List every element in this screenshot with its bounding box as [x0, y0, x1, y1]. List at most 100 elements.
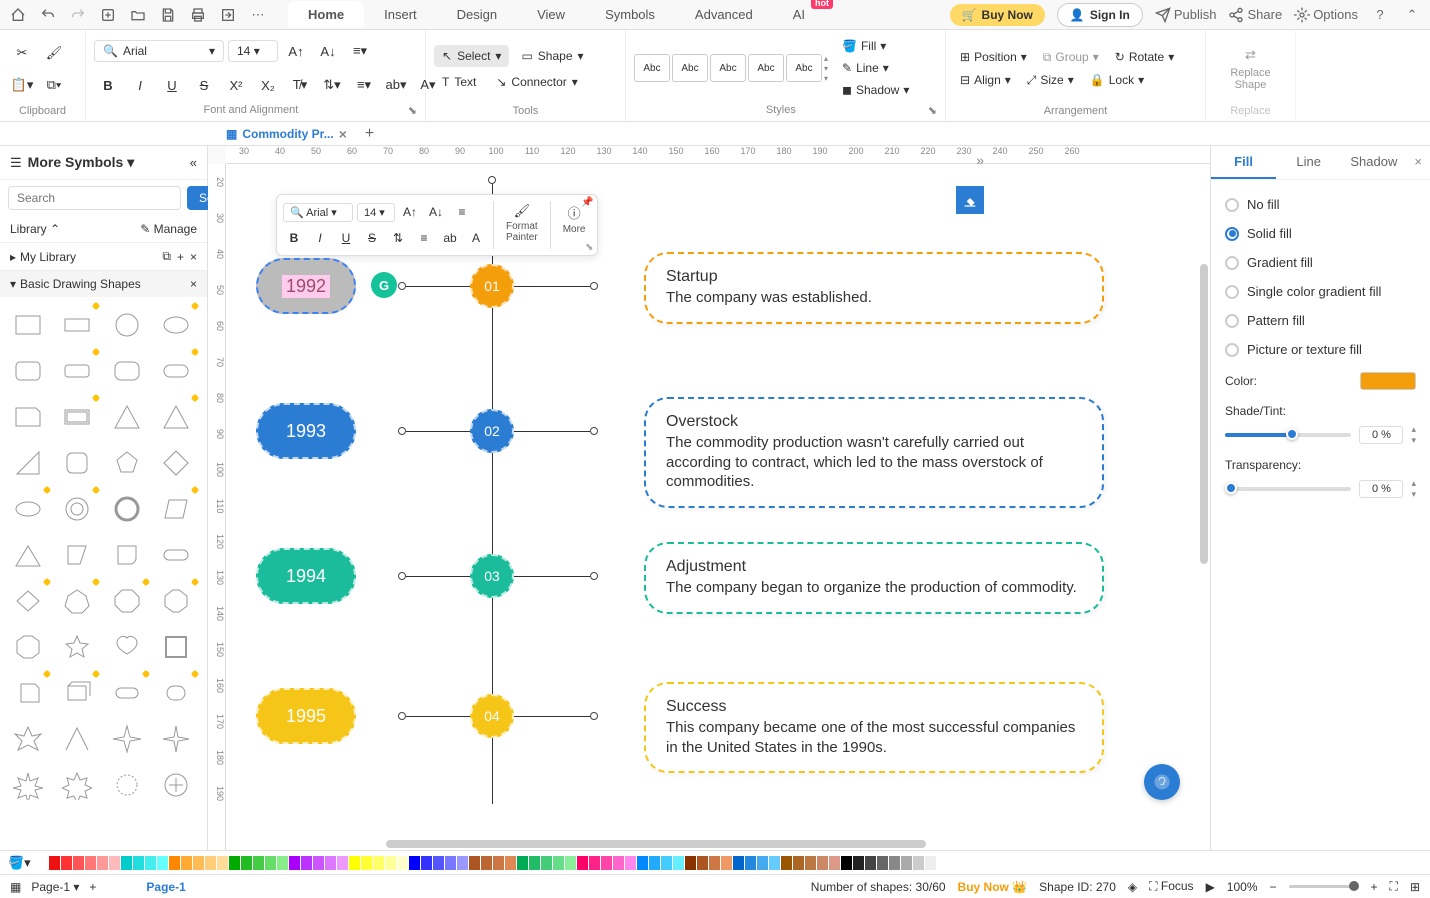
redo-icon[interactable] [68, 5, 88, 25]
fill-option-none[interactable]: No fill [1225, 190, 1416, 219]
font-size-select[interactable]: 14 ▾ [228, 40, 278, 62]
color-cell[interactable] [913, 856, 924, 870]
fill-option-picture[interactable]: Picture or texture fill [1225, 335, 1416, 364]
step-circle-04[interactable]: 04 [470, 694, 514, 738]
presentation-icon[interactable]: ▶ [1206, 880, 1215, 894]
shape-palette-item[interactable] [57, 673, 97, 713]
fit-width-icon[interactable]: ⊞ [1410, 880, 1420, 894]
mini-color-icon[interactable]: A [465, 227, 487, 249]
text-tool[interactable]: T Text [434, 71, 484, 93]
status-buy-now[interactable]: Buy Now 👑 [958, 880, 1028, 894]
mini-align-icon[interactable]: ≡ [451, 201, 473, 223]
shape-palette-item[interactable] [156, 489, 196, 529]
fill-panel-icon[interactable] [956, 186, 984, 214]
shape-palette-item[interactable] [8, 673, 48, 713]
increase-font-icon[interactable]: A↑ [282, 37, 310, 65]
shape-palette-item[interactable] [107, 351, 147, 391]
align-button[interactable]: ⊟ Align▾ [954, 70, 1017, 90]
color-cell[interactable] [721, 856, 732, 870]
color-cell[interactable] [457, 856, 468, 870]
shade-down-icon[interactable]: ▾ [1411, 435, 1416, 446]
highlight-icon[interactable]: ab▾ [382, 71, 410, 99]
color-cell[interactable] [757, 856, 768, 870]
color-cell[interactable] [373, 856, 384, 870]
color-cell[interactable] [553, 856, 564, 870]
shape-palette-item[interactable] [8, 397, 48, 437]
shape-palette-item[interactable] [156, 305, 196, 345]
current-page[interactable]: Page-1 [146, 880, 185, 894]
fill-dropper-icon[interactable]: 🪣▾ [8, 855, 31, 871]
color-cell[interactable] [133, 856, 144, 870]
shape-palette-item[interactable] [156, 397, 196, 437]
color-cell[interactable] [601, 856, 612, 870]
mini-strike-icon[interactable]: S [361, 227, 383, 249]
lib-action-2-icon[interactable]: + [177, 250, 184, 264]
color-cell[interactable] [781, 856, 792, 870]
color-cell[interactable] [109, 856, 120, 870]
add-tab-button[interactable]: + [355, 125, 384, 143]
grammarly-icon[interactable]: G [371, 272, 397, 298]
mini-decrease-font-icon[interactable]: A↓ [425, 201, 447, 223]
shape-palette-item[interactable] [107, 397, 147, 437]
collapse-panel-icon[interactable]: « [190, 155, 197, 170]
shape-palette-item[interactable] [156, 765, 196, 805]
color-cell[interactable] [37, 856, 48, 870]
shape-palette-item[interactable] [8, 489, 48, 529]
more-icon[interactable]: ⋯ [248, 5, 268, 25]
section-close-icon[interactable]: × [190, 277, 197, 291]
lock-button[interactable]: 🔒 Lock▾ [1084, 70, 1150, 90]
share-button[interactable]: Share [1228, 5, 1282, 25]
shape-palette-item[interactable] [57, 489, 97, 529]
color-cell[interactable] [733, 856, 744, 870]
shape-palette-item[interactable] [156, 351, 196, 391]
shape-palette-item[interactable] [8, 765, 48, 805]
color-cell[interactable] [253, 856, 264, 870]
color-cell[interactable] [301, 856, 312, 870]
shape-palette-item[interactable] [156, 719, 196, 759]
pin-icon[interactable]: 📌 [581, 197, 593, 208]
publish-button[interactable]: Publish [1155, 5, 1217, 25]
tab-insert[interactable]: Insert [364, 1, 437, 28]
color-cell[interactable] [469, 856, 480, 870]
close-panel-icon[interactable]: × [1406, 146, 1430, 179]
shape-palette-item[interactable] [57, 719, 97, 759]
format-painter-icon[interactable]: 🖌 [40, 39, 68, 67]
color-cell[interactable] [493, 856, 504, 870]
color-cell[interactable] [673, 856, 684, 870]
help-icon[interactable]: ? [1370, 5, 1390, 25]
shape-palette-item[interactable] [107, 719, 147, 759]
line-spacing-icon[interactable]: ⇅▾ [318, 71, 346, 99]
color-cell[interactable] [229, 856, 240, 870]
shape-palette-item[interactable] [156, 673, 196, 713]
color-cell[interactable] [121, 856, 132, 870]
zoom-in-icon[interactable]: + [1371, 880, 1378, 894]
color-cell[interactable] [97, 856, 108, 870]
description-box-01[interactable]: StartupThe company was established. [644, 252, 1104, 324]
color-cell[interactable] [289, 856, 300, 870]
color-cell[interactable] [529, 856, 540, 870]
color-cell[interactable] [589, 856, 600, 870]
color-cell[interactable] [445, 856, 456, 870]
color-cell[interactable] [349, 856, 360, 870]
mini-increase-font-icon[interactable]: A↑ [399, 201, 421, 223]
step-circle-02[interactable]: 02 [470, 409, 514, 453]
color-cell[interactable] [877, 856, 888, 870]
position-button[interactable]: ⊞ Position▾ [954, 47, 1033, 67]
collapse-icon[interactable]: ▾ [10, 277, 16, 291]
shape-palette-item[interactable] [57, 305, 97, 345]
color-cell[interactable] [169, 856, 180, 870]
color-cell[interactable] [709, 856, 720, 870]
home-icon[interactable] [8, 5, 28, 25]
shape-palette-item[interactable] [8, 581, 48, 621]
buy-now-button[interactable]: 🛒Buy Now [950, 4, 1045, 26]
color-cell[interactable] [421, 856, 432, 870]
color-cell[interactable] [613, 856, 624, 870]
lib-close-icon[interactable]: × [190, 250, 197, 264]
basic-shapes-label[interactable]: Basic Drawing Shapes [20, 277, 190, 291]
color-cell[interactable] [769, 856, 780, 870]
color-swatch[interactable] [1360, 372, 1416, 390]
shape-palette-item[interactable] [107, 443, 147, 483]
tab-ai[interactable]: AIhot [773, 1, 825, 28]
shape-palette-item[interactable] [57, 581, 97, 621]
scrollbar-vertical[interactable] [1200, 264, 1208, 564]
